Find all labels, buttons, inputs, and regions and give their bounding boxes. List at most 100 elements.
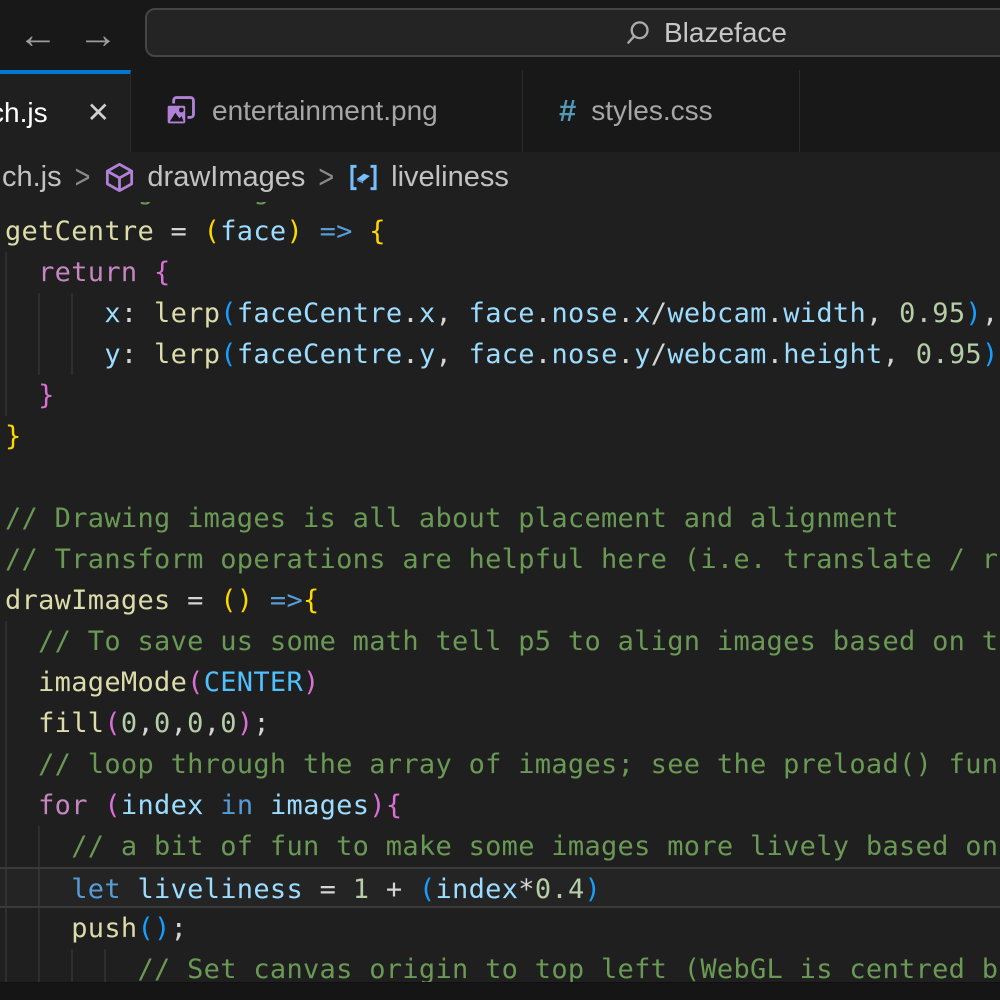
tab-entertainment-png[interactable]: entertainment.png <box>131 70 523 152</box>
code-token: // To save us some math tell p5 to align… <box>38 626 1000 657</box>
code-token: ) <box>369 790 386 821</box>
breadcrumb-item-symbol[interactable]: drawImages <box>147 161 305 194</box>
code-token: push <box>71 913 137 944</box>
code-line[interactable]: // a bit of fun to make some images more… <box>0 826 1000 867</box>
code-token: : <box>121 339 154 370</box>
search-query-text: Blazeface <box>664 17 787 49</box>
code-token: , <box>866 298 899 329</box>
code-text: getCentre = (face) => { <box>5 211 386 252</box>
code-token: CENTER <box>204 667 303 698</box>
code-line[interactable]: y: lerp(faceCentre.y, face.nose.y/webcam… <box>0 334 1000 375</box>
code-token: { <box>369 216 386 247</box>
code-token: => <box>320 216 353 247</box>
code-token: // Drawing images is all about placement… <box>5 503 899 534</box>
code-token: face <box>469 298 535 329</box>
code-token: ( <box>204 216 221 247</box>
code-token: ( <box>104 790 121 821</box>
code-token: x <box>104 298 121 329</box>
code-token: g g <box>5 202 270 206</box>
code-token: ) <box>286 216 303 247</box>
code-token: webcam <box>667 339 766 370</box>
code-line[interactable]: return { <box>0 252 1000 293</box>
tab-bar: ch.js ✕ entertainment.png # styles.css <box>0 70 1000 152</box>
code-text: } <box>5 416 22 457</box>
code-token: index <box>436 874 519 905</box>
code-token <box>5 257 38 288</box>
chevron-right-icon: > <box>316 158 336 197</box>
code-token: = <box>303 874 353 905</box>
code-line[interactable]: // To save us some math tell p5 to align… <box>0 621 1000 662</box>
code-token <box>137 257 154 288</box>
code-token: ) <box>154 913 171 944</box>
code-line[interactable]: // Drawing images is all about placement… <box>0 498 1000 539</box>
code-token <box>5 667 38 698</box>
code-token: 0 <box>121 708 138 739</box>
code-text: // Transform operations are helpful here… <box>5 539 1000 580</box>
code-token: 0.4 <box>535 874 585 905</box>
code-line[interactable]: } <box>0 416 1000 457</box>
title-bar: ← → Blazeface <box>0 0 1000 70</box>
code-line[interactable]: imageMode(CENTER) <box>0 662 1000 703</box>
code-text: // To save us some math tell p5 to align… <box>5 621 1000 662</box>
code-token: { <box>154 257 171 288</box>
code-line[interactable]: x: lerp(faceCentre.x, face.nose.x/webcam… <box>0 293 1000 334</box>
code-token: ( <box>220 585 237 616</box>
code-token: => <box>270 585 303 616</box>
code-line[interactable] <box>0 457 1000 498</box>
code-token: in <box>220 790 253 821</box>
code-token: } <box>38 380 55 411</box>
code-token: faceCentre <box>237 339 403 370</box>
code-token: ( <box>104 708 121 739</box>
code-token: . <box>535 339 552 370</box>
code-text: push(); <box>5 908 187 949</box>
code-token: liveliness <box>137 874 303 905</box>
code-token: webcam <box>667 298 766 329</box>
code-token: * <box>518 874 535 905</box>
code-token: fill <box>38 708 104 739</box>
code-token: . <box>767 298 784 329</box>
code-line[interactable]: g g <box>0 202 1000 211</box>
code-token: ; <box>171 913 188 944</box>
code-line[interactable]: // loop through the array of images; see… <box>0 744 1000 785</box>
css-hash-icon: # <box>559 93 576 129</box>
code-token: } <box>5 421 22 452</box>
code-editor[interactable]: g g getCentre = (face) => { return { x: l… <box>0 202 1000 1000</box>
code-line[interactable]: // Transform operations are helpful here… <box>0 539 1000 580</box>
code-text: // Drawing images is all about placement… <box>5 498 899 539</box>
code-text: g g <box>5 202 270 211</box>
code-token: { <box>303 585 320 616</box>
code-line[interactable]: fill(0,0,0,0); <box>0 703 1000 744</box>
search-box-content: Blazeface <box>625 10 787 55</box>
code-line[interactable]: drawImages = () =>{ <box>0 580 1000 621</box>
code-token: let <box>71 874 121 905</box>
tab-sketch-js[interactable]: ch.js ✕ <box>0 70 131 152</box>
navigate-back-button[interactable]: ← <box>18 0 58 70</box>
code-token: // a bit of fun to make some images more… <box>71 831 1000 862</box>
code-token: ( <box>220 339 237 370</box>
code-token <box>5 339 104 370</box>
code-line[interactable]: for (index in images){ <box>0 785 1000 826</box>
symbol-method-icon <box>103 161 136 194</box>
breadcrumb-item-file[interactable]: ch.js <box>2 161 62 194</box>
navigate-forward-button[interactable]: → <box>78 0 118 70</box>
code-token: ( <box>187 667 204 698</box>
tab-label: entertainment.png <box>212 95 438 127</box>
breadcrumb-item-field[interactable]: liveliness <box>391 161 509 194</box>
code-line[interactable]: getCentre = (face) => { <box>0 211 1000 252</box>
code-line-current[interactable]: let liveliness = 1 + (index*0.4) <box>0 867 1000 908</box>
code-token: , <box>171 708 188 739</box>
code-token: ) <box>237 708 254 739</box>
code-token <box>5 708 38 739</box>
code-line[interactable]: } <box>0 375 1000 416</box>
code-token: , <box>436 298 469 329</box>
code-token: images <box>270 790 369 821</box>
code-line[interactable]: push(); <box>0 908 1000 949</box>
close-icon[interactable]: ✕ <box>83 97 114 129</box>
code-token <box>5 831 71 862</box>
command-center-search[interactable]: Blazeface <box>145 8 1000 57</box>
code-token: ( <box>220 298 237 329</box>
tab-styles-css[interactable]: # styles.css <box>523 70 800 152</box>
code-token: ) <box>965 298 982 329</box>
code-token: / <box>651 298 668 329</box>
code-token: // Transform operations are helpful here… <box>5 544 1000 575</box>
